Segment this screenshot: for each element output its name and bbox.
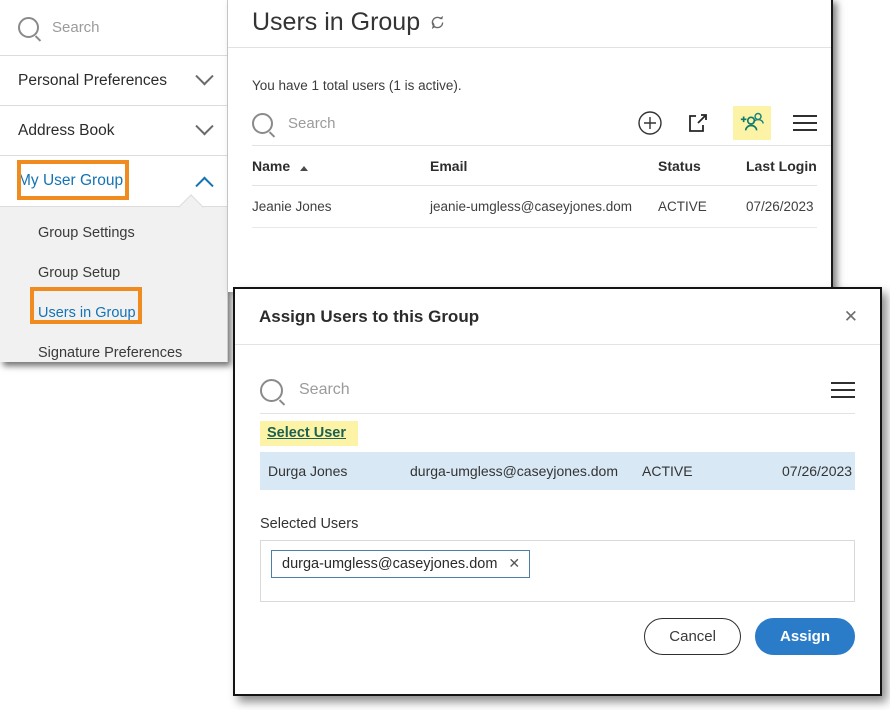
table-row[interactable]: Jeanie Jones jeanie-umgless@caseyjones.d… — [252, 185, 817, 228]
close-icon[interactable]: ✕ — [508, 555, 520, 572]
users-table-wrap: Name Email Status Last Login Jeanie Jone… — [252, 146, 817, 228]
main-search-placeholder: Search — [288, 114, 336, 132]
modal-search-placeholder: Search — [299, 381, 350, 398]
sidebar-item-label: Address Book — [18, 121, 115, 139]
menu-hamburger-icon[interactable] — [831, 382, 855, 398]
cell-email: durga-umgless@caseyjones.dom — [410, 463, 618, 479]
sidebar-item-address-book[interactable]: Address Book — [0, 106, 227, 156]
cell-status: ACTIVE — [642, 463, 693, 479]
cancel-button[interactable]: Cancel — [644, 618, 741, 655]
add-circle-icon[interactable] — [637, 110, 663, 136]
main-panel: Users in Group You have 1 total users (1… — [228, 0, 833, 292]
cell-email: jeanie-umgless@caseyjones.dom — [430, 185, 658, 228]
refresh-icon[interactable] — [429, 14, 446, 31]
sidebar-item-signature-preferences[interactable]: Signature Preferences — [0, 333, 227, 362]
sidebar-submenu: Group Settings Group Setup Users in Grou… — [0, 206, 227, 362]
assign-users-modal: Assign Users to this Group ✕ Search Sele… — [233, 287, 882, 696]
sidebar-item-personal-preferences[interactable]: Personal Preferences — [0, 56, 227, 106]
sidebar-item-label: My User Group — [18, 172, 124, 189]
cell-name: Jeanie Jones — [252, 185, 430, 228]
assign-button[interactable]: Assign — [754, 618, 855, 655]
search-icon — [260, 378, 283, 402]
modal-title: Assign Users to this Group — [259, 306, 480, 326]
close-icon[interactable]: ✕ — [844, 308, 858, 325]
sidebar-subitem-label: Signature Preferences — [38, 345, 183, 361]
chevron-up-icon — [195, 176, 214, 195]
column-label: Name — [252, 158, 291, 174]
modal-actions: Cancel Assign — [235, 602, 880, 655]
toolbar-icon-group — [637, 106, 817, 140]
modal-search-input[interactable]: Search — [260, 378, 350, 402]
selected-users-box[interactable]: durga-umgless@caseyjones.dom ✕ — [260, 540, 855, 602]
column-header-name[interactable]: Name — [252, 146, 430, 186]
select-user-row: Select User — [260, 414, 855, 452]
modal-search-row: Search — [260, 367, 855, 414]
user-count-text: You have 1 total users (1 is active). — [252, 78, 462, 93]
column-header-last-login[interactable]: Last Login — [746, 146, 817, 186]
cell-name: Durga Jones — [268, 463, 348, 479]
sidebar-item-label: Personal Preferences — [18, 71, 168, 89]
menu-hamburger-icon[interactable] — [793, 115, 817, 131]
modal-body: Search Select User Durga Jones durga-umg… — [235, 345, 880, 602]
assign-users-icon[interactable] — [733, 106, 771, 140]
export-share-icon[interactable] — [685, 110, 711, 136]
sidebar-panel: Search Personal Preferences Address Book… — [0, 0, 228, 362]
table-toolbar: Search — [252, 101, 831, 146]
sidebar-search[interactable]: Search — [0, 0, 227, 56]
column-header-status[interactable]: Status — [658, 146, 746, 186]
sidebar-item-group-settings[interactable]: Group Settings — [0, 213, 227, 253]
users-table: Name Email Status Last Login Jeanie Jone… — [252, 146, 817, 228]
column-label: Email — [430, 158, 468, 174]
cell-last-login: 07/26/2023 — [782, 463, 853, 479]
chevron-down-icon — [195, 67, 214, 86]
sidebar-subitem-label: Users in Group — [38, 305, 136, 321]
page-title-row: Users in Group — [228, 0, 831, 48]
sidebar-item-group-setup[interactable]: Group Setup — [0, 253, 227, 293]
main-search[interactable]: Search — [252, 112, 336, 134]
modal-header: Assign Users to this Group ✕ — [235, 289, 880, 345]
search-icon — [18, 17, 39, 38]
modal-result-row[interactable]: Durga Jones durga-umgless@caseyjones.dom… — [260, 452, 855, 490]
selected-user-chip[interactable]: durga-umgless@caseyjones.dom ✕ — [271, 550, 531, 578]
sort-ascending-icon — [300, 166, 309, 171]
chip-label: durga-umgless@caseyjones.dom — [282, 555, 498, 572]
sidebar-subitem-label: Group Setup — [38, 265, 121, 281]
search-icon — [252, 112, 273, 134]
screenshot-root: Search Personal Preferences Address Book… — [0, 0, 890, 710]
column-label: Status — [658, 158, 701, 174]
sidebar-item-users-in-group[interactable]: Users in Group — [0, 293, 227, 333]
select-user-link[interactable]: Select User — [260, 421, 358, 446]
page-title: Users in Group — [252, 8, 421, 36]
column-label: Last Login — [746, 158, 817, 174]
column-header-email[interactable]: Email — [430, 146, 658, 186]
sidebar-subitem-label: Group Settings — [38, 225, 135, 241]
cell-status: ACTIVE — [658, 185, 746, 228]
selected-users-label: Selected Users — [260, 516, 359, 532]
sidebar-search-placeholder: Search — [52, 19, 100, 36]
table-header-row: Name Email Status Last Login — [252, 146, 817, 186]
chevron-down-icon — [195, 117, 214, 136]
cell-last-login: 07/26/2023 — [746, 185, 817, 228]
